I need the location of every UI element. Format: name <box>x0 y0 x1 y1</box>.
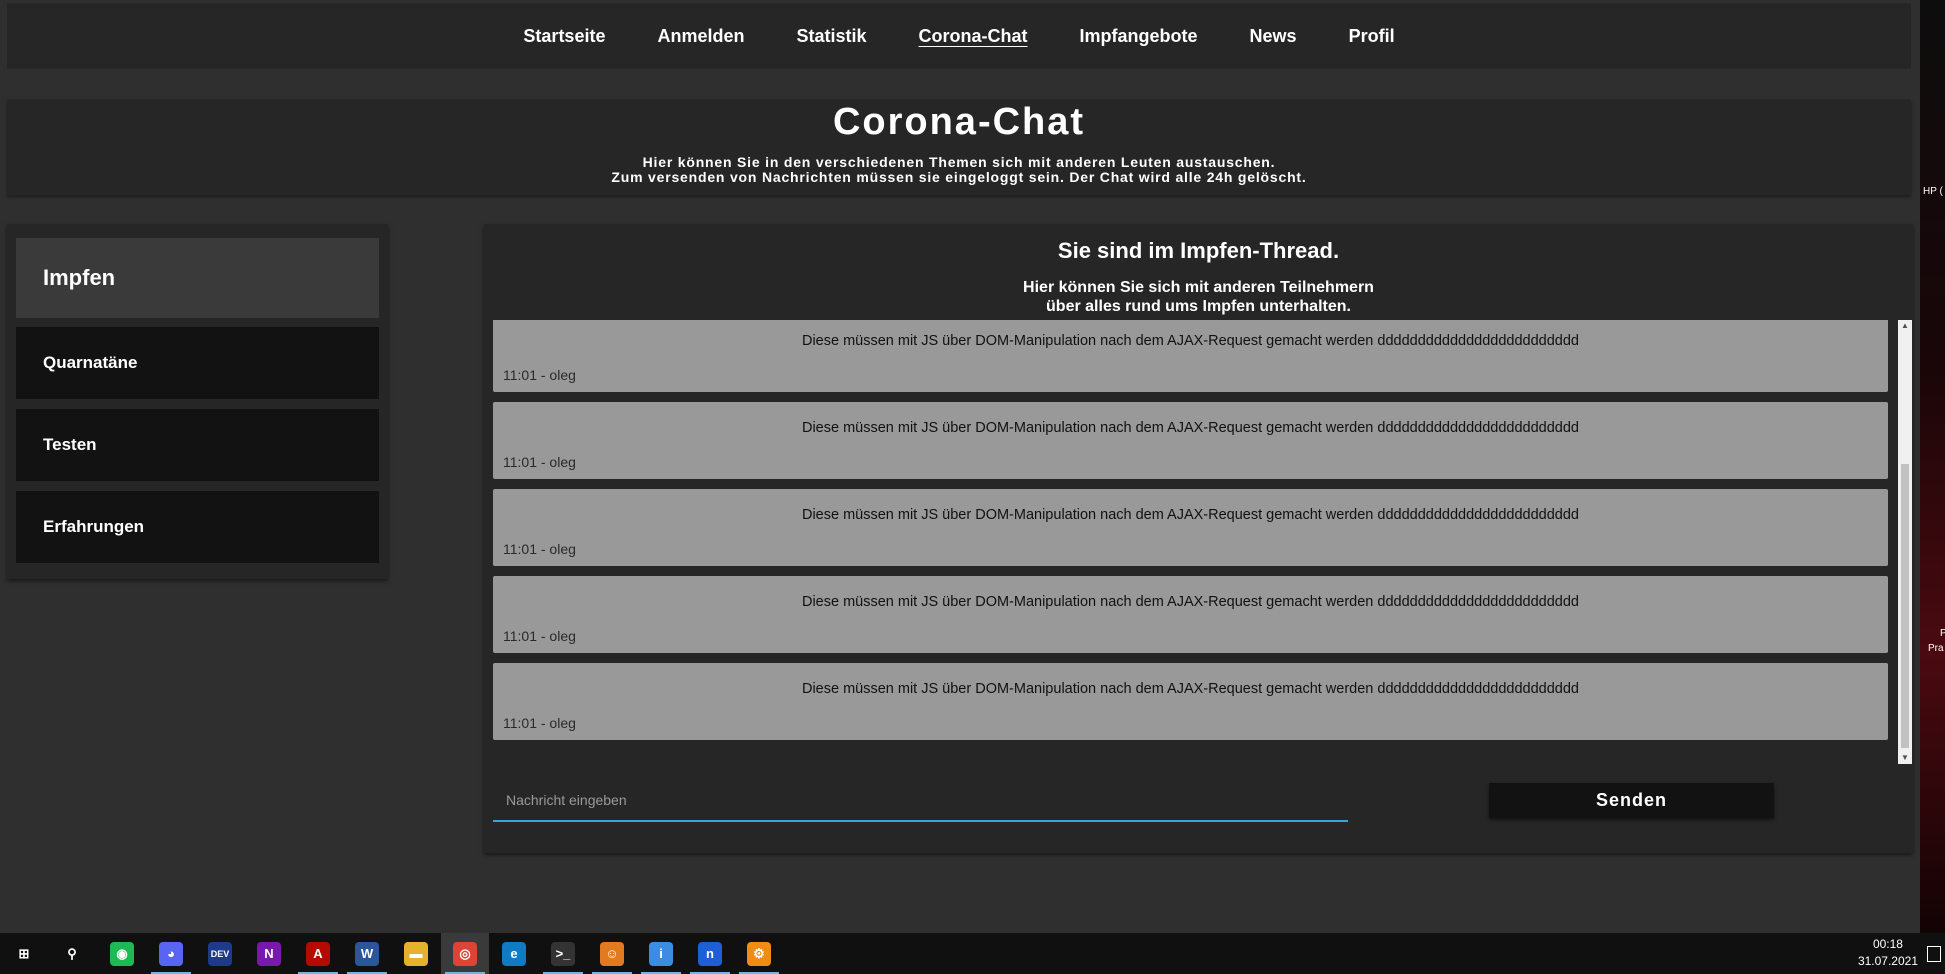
spotify-icon: ◉ <box>110 941 134 966</box>
taskbar-edge-button[interactable]: e <box>490 933 538 974</box>
taskbar-n-app-button[interactable]: n <box>686 933 734 974</box>
taskbar-word-button[interactable]: W <box>343 933 391 974</box>
windows-start-icon: ⊞ <box>12 941 36 966</box>
chat-message: Diese müssen mit JS über DOM-Manipulatio… <box>493 663 1888 740</box>
sidebar-item-label: Impfen <box>43 265 116 290</box>
chat-panel: Sie sind im Impfen-Thread. Hier können S… <box>484 224 1913 853</box>
nav-link-news[interactable]: News <box>1250 26 1297 47</box>
notification-icon[interactable] <box>1927 946 1941 962</box>
chrome-icon: ◎ <box>453 941 477 966</box>
taskbar-spotify-button[interactable]: ◉ <box>98 933 146 974</box>
message-scrollbar[interactable]: ▲ ▼ <box>1898 320 1912 764</box>
word-icon: W <box>355 941 379 966</box>
description-line-2: Zum versenden von Nachrichten müssen sie… <box>611 169 1307 185</box>
chat-message: Diese müssen mit JS über DOM-Manipulatio… <box>493 320 1888 392</box>
sidebar-item-label: Testen <box>43 435 97 454</box>
search-icon: ⚲ <box>60 941 84 966</box>
taskbar-app-button[interactable]: ☺ <box>588 933 636 974</box>
file-explorer-icon: ▬ <box>404 941 428 966</box>
taskbar-chrome-button[interactable]: ◎ <box>441 933 489 974</box>
chat-message: Diese müssen mit JS über DOM-Manipulatio… <box>493 402 1888 479</box>
scroll-down-arrow-icon[interactable]: ▼ <box>1898 752 1912 764</box>
thread-subtitle-line-2: über alles rund ums Impfen unterhalten. <box>1046 298 1351 315</box>
discord-icon: ◕ <box>159 941 183 966</box>
n-app-icon: n <box>698 941 722 966</box>
sidebar-item-testen[interactable]: Testen <box>16 409 379 481</box>
message-meta: 11:01 - oleg <box>503 367 576 383</box>
desktop-label: HP ( <box>1923 186 1943 197</box>
taskbar-dev-button[interactable]: DEV <box>196 933 244 974</box>
terminal-icon: >_ <box>551 941 575 966</box>
sidebar-item-label: Erfahrungen <box>43 517 145 536</box>
sidebar-item-erfahrungen[interactable]: Erfahrungen <box>16 491 379 563</box>
nav-link-impfangebote[interactable]: Impfangebote <box>1080 26 1198 47</box>
app-icon: ☺ <box>600 941 624 966</box>
taskbar-discord-button[interactable]: ◕ <box>147 933 195 974</box>
nav-link-anmelden[interactable]: Anmelden <box>657 26 744 47</box>
clock-date: 31.07.2021 <box>1857 954 1918 968</box>
taskbar-search-button[interactable]: ⚲ <box>48 933 96 974</box>
edge-icon: e <box>502 941 526 966</box>
chat-message: Diese müssen mit JS über DOM-Manipulatio… <box>493 576 1888 653</box>
page-description: Hier können Sie in den verschiedenen The… <box>7 155 1911 185</box>
message-text: Diese müssen mit JS über DOM-Manipulatio… <box>801 594 1580 610</box>
message-text: Diese müssen mit JS über DOM-Manipulatio… <box>801 507 1580 523</box>
onenote-icon: N <box>257 941 281 966</box>
description-line-1: Hier können Sie in den verschiedenen The… <box>642 154 1276 170</box>
nav-link-corona-chat[interactable]: Corona-Chat <box>919 26 1028 47</box>
chat-message: Diese müssen mit JS über DOM-Manipulatio… <box>493 489 1888 566</box>
taskbar-onenote-button[interactable]: N <box>245 933 293 974</box>
taskbar-acrobat-button[interactable]: A <box>294 933 342 974</box>
sidebar-item-impfen[interactable]: Impfen <box>16 238 379 318</box>
dev-icon: DEV <box>208 941 232 966</box>
taskbar-windows-start-button[interactable]: ⊞ <box>0 933 48 974</box>
message-text: Diese müssen mit JS über DOM-Manipulatio… <box>801 681 1580 697</box>
sidebar-item-label: Quarnatäne <box>43 353 138 372</box>
info-app-icon: i <box>649 941 673 966</box>
thread-title: Sie sind im Impfen-Thread. <box>1057 238 1340 263</box>
thread-subtitle-line-1: Hier können Sie sich mit anderen Teilneh… <box>1023 279 1374 296</box>
page-header: Corona-Chat Hier können Sie in den versc… <box>7 99 1911 195</box>
message-text: Diese müssen mit JS über DOM-Manipulatio… <box>801 333 1580 349</box>
share-app-icon: ⚙ <box>747 941 771 966</box>
desktop-label: Pra <box>1928 643 1944 654</box>
nav-link-profil[interactable]: Profil <box>1349 26 1395 47</box>
taskbar-info-app-button[interactable]: i <box>637 933 685 974</box>
topic-sidebar: Impfen Quarnatäne Testen Erfahrungen <box>7 224 388 579</box>
taskbar-file-explorer-button[interactable]: ▬ <box>392 933 440 974</box>
message-meta: 11:01 - oleg <box>503 715 576 731</box>
page-title: Corona-Chat <box>832 101 1086 143</box>
desktop-background: HP ( P Pra <box>1920 0 1945 933</box>
message-text: Diese müssen mit JS über DOM-Manipulatio… <box>801 420 1580 436</box>
acrobat-icon: A <box>306 941 330 966</box>
sidebar-item-quarnat-ne[interactable]: Quarnatäne <box>16 327 379 399</box>
send-button[interactable]: Senden <box>1489 783 1774 818</box>
message-meta: 11:01 - oleg <box>503 541 576 557</box>
taskbar: 00:18 31.07.2021 ⊞ ⚲ ◉ ◕ DEV N A W ▬ ◎ e >_ ☺ i n ⚙ <box>0 933 1945 974</box>
taskbar-terminal-button[interactable]: >_ <box>539 933 587 974</box>
scrollbar-thumb[interactable] <box>1901 464 1909 748</box>
system-clock[interactable]: 00:18 31.07.2021 <box>1858 936 1918 970</box>
nav-link-statistik[interactable]: Statistik <box>796 26 866 47</box>
thread-subtitle: Hier können Sie sich mit anderen Teilneh… <box>484 278 1913 316</box>
clock-time: 00:18 <box>1872 937 1903 951</box>
message-meta: 11:01 - oleg <box>503 628 576 644</box>
scroll-up-arrow-icon[interactable]: ▲ <box>1898 320 1912 332</box>
desktop-label: P <box>1940 628 1945 639</box>
top-nav: Startseite Anmelden Statistik Corona-Chat Im… <box>7 3 1911 69</box>
message-list[interactable]: Diese müssen mit JS über DOM-Manipulatio… <box>493 320 1888 762</box>
nav-link-startseite[interactable]: Startseite <box>523 26 605 47</box>
message-input[interactable] <box>493 780 1348 822</box>
taskbar-share-app-button[interactable]: ⚙ <box>735 933 783 974</box>
message-meta: 11:01 - oleg <box>503 454 576 470</box>
